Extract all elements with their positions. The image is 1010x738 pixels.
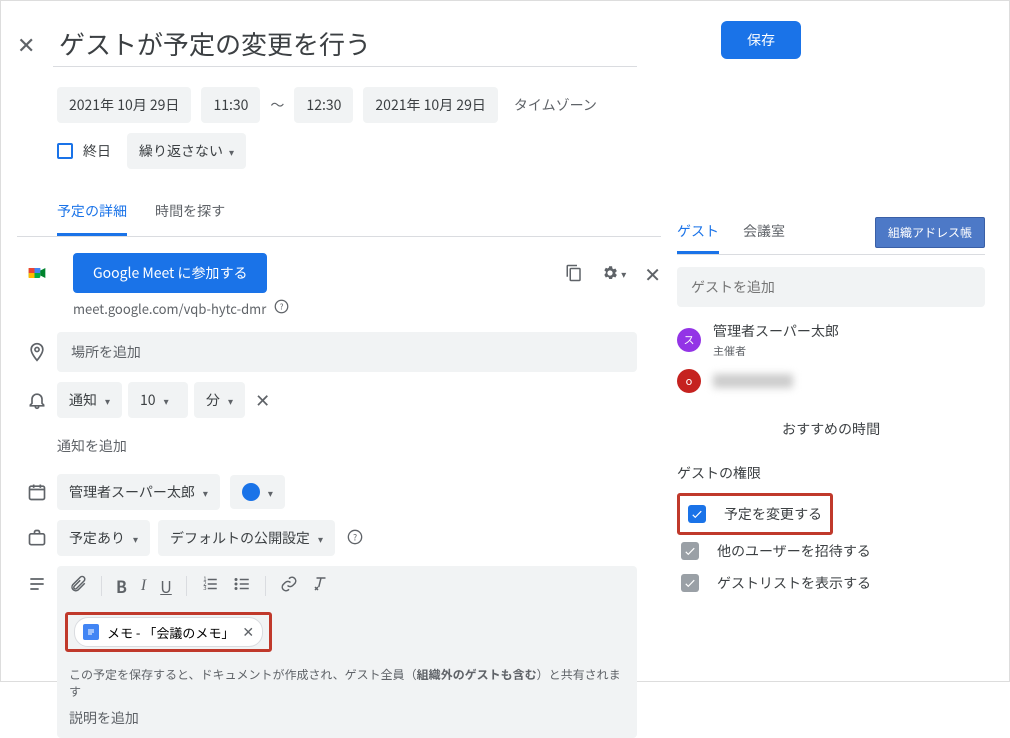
suggested-times-button[interactable]: おすすめの時間 bbox=[677, 403, 985, 455]
attach-icon[interactable] bbox=[69, 574, 87, 598]
time-separator: ～ bbox=[270, 95, 284, 115]
event-title[interactable]: ゲストが予定の変更を行う bbox=[53, 21, 637, 67]
svg-text:3: 3 bbox=[203, 583, 206, 592]
description-icon bbox=[17, 566, 57, 594]
join-meet-button[interactable]: Google Meet に参加する bbox=[73, 253, 267, 293]
bullet-list-icon[interactable] bbox=[233, 574, 251, 598]
numbered-list-icon[interactable]: 123 bbox=[201, 574, 219, 598]
end-time[interactable]: 12:30 bbox=[294, 87, 353, 123]
checkbox-locked-icon bbox=[681, 574, 699, 592]
recurrence-select[interactable]: 繰り返さない bbox=[127, 133, 246, 169]
calendar-owner-select[interactable]: 管理者スーパー太郎 bbox=[57, 474, 220, 510]
allday-row: 終日 繰り返さない bbox=[17, 133, 661, 169]
org-address-book-button[interactable]: 組織アドレス帳 bbox=[875, 217, 985, 248]
briefcase-icon bbox=[17, 528, 57, 548]
main-tabs: 予定の詳細 時間を探す bbox=[17, 189, 661, 237]
avatar: o bbox=[677, 369, 701, 393]
italic-icon[interactable]: I bbox=[141, 577, 146, 595]
guest-row[interactable]: o bbox=[677, 369, 985, 393]
remove-meet-icon[interactable]: ✕ bbox=[644, 259, 661, 288]
notification-icon bbox=[17, 390, 57, 410]
link-icon[interactable] bbox=[280, 574, 298, 598]
attachment-chip[interactable]: メモ - 「会議のメモ」 ✕ bbox=[74, 617, 263, 647]
underline-icon[interactable]: U bbox=[160, 574, 172, 598]
start-time[interactable]: 11:30 bbox=[201, 87, 260, 123]
docs-icon bbox=[83, 624, 99, 640]
svg-text:?: ? bbox=[280, 302, 284, 313]
guest-name: 管理者スーパー太郎 bbox=[713, 321, 839, 341]
copy-icon[interactable] bbox=[565, 264, 583, 282]
checkbox-checked-icon[interactable] bbox=[688, 505, 706, 523]
settings-icon[interactable]: ▾ bbox=[601, 264, 626, 282]
tab-rooms[interactable]: 会議室 bbox=[743, 211, 785, 254]
notification-value[interactable]: 10 bbox=[128, 382, 188, 418]
tab-event-detail[interactable]: 予定の詳細 bbox=[57, 189, 127, 236]
guest-role: 主催者 bbox=[713, 343, 839, 359]
meet-icon bbox=[17, 263, 57, 283]
meet-url-row: meet.google.com/vqb-hytc-dmr ? bbox=[17, 299, 661, 318]
timezone-link[interactable]: タイムゾーン bbox=[514, 95, 597, 115]
allday-label: 終日 bbox=[83, 141, 111, 161]
svg-text:?: ? bbox=[353, 531, 357, 543]
availability-select[interactable]: 予定あり bbox=[57, 520, 150, 556]
remove-attachment-icon[interactable]: ✕ bbox=[242, 622, 254, 642]
description-placeholder[interactable]: 説明を追加 bbox=[57, 704, 637, 738]
save-button[interactable]: 保存 bbox=[721, 21, 801, 59]
notification-unit-select[interactable]: 分 bbox=[194, 382, 245, 418]
tab-find-time[interactable]: 時間を探す bbox=[155, 189, 225, 236]
checkbox-locked-icon bbox=[681, 542, 699, 560]
tab-guests[interactable]: ゲスト bbox=[677, 211, 719, 254]
guest-name-redacted bbox=[713, 374, 793, 388]
add-guest-input[interactable] bbox=[677, 267, 985, 307]
format-toolbar: B I U 123 bbox=[57, 566, 637, 606]
meet-url[interactable]: meet.google.com/vqb-hytc-dmr bbox=[73, 299, 266, 318]
location-icon bbox=[17, 342, 57, 362]
start-date[interactable]: 2021年 10月 29日 bbox=[57, 87, 191, 123]
share-note: この予定を保存すると、ドキュメントが作成され、ゲスト全員（組織外のゲストも含む）… bbox=[57, 656, 637, 704]
visibility-help-icon[interactable]: ? bbox=[347, 526, 363, 550]
allday-checkbox[interactable] bbox=[57, 143, 73, 159]
avatar: ス bbox=[677, 328, 701, 352]
permission-see-guest-list[interactable]: ゲストリストを表示する bbox=[677, 567, 985, 599]
bold-icon[interactable]: B bbox=[116, 574, 127, 598]
permission-modify-event[interactable]: 予定を変更する bbox=[684, 498, 826, 530]
close-icon[interactable]: ✕ bbox=[17, 28, 53, 60]
end-date[interactable]: 2021年 10月 29日 bbox=[363, 87, 497, 123]
visibility-select[interactable]: デフォルトの公開設定 bbox=[158, 520, 335, 556]
attachment-label: メモ - 「会議のメモ」 bbox=[107, 623, 234, 642]
add-notification-button[interactable]: 通知を追加 bbox=[57, 436, 127, 456]
clear-format-icon[interactable] bbox=[312, 574, 330, 598]
color-dot bbox=[242, 483, 260, 501]
permissions-title: ゲストの権限 bbox=[677, 463, 985, 483]
calendar-icon bbox=[17, 482, 57, 502]
remove-notification-icon[interactable]: ✕ bbox=[255, 387, 270, 413]
location-input[interactable] bbox=[57, 332, 637, 372]
notification-type-select[interactable]: 通知 bbox=[57, 382, 122, 418]
guest-row-organizer[interactable]: ス 管理者スーパー太郎 主催者 bbox=[677, 321, 985, 359]
event-color-select[interactable] bbox=[230, 475, 285, 509]
help-icon[interactable]: ? bbox=[274, 299, 289, 318]
permission-invite-others[interactable]: 他のユーザーを招待する bbox=[677, 535, 985, 567]
datetime-row: 2021年 10月 29日 11:30 ～ 12:30 2021年 10月 29… bbox=[17, 87, 661, 123]
